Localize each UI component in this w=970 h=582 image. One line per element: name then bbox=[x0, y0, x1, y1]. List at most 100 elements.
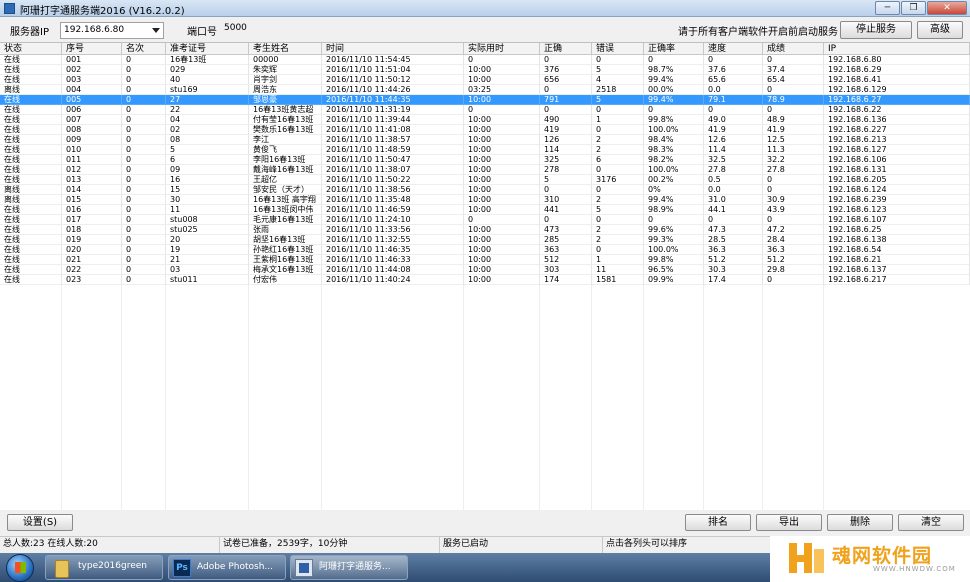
table-row[interactable]: 在线 007 0 04 付有莹16春13班 2016/11/10 11:39:44 10:0… bbox=[0, 115, 970, 125]
cell-time: 2016/11/10 11:33:56 bbox=[322, 225, 464, 235]
cell-score: 0 bbox=[763, 185, 824, 195]
cell-time: 2016/11/10 11:50:47 bbox=[322, 155, 464, 165]
photoshop-icon: Ps bbox=[173, 559, 191, 577]
cell-ip: 192.168.6.124 bbox=[824, 185, 970, 195]
rank-button[interactable]: 排名 bbox=[685, 514, 751, 531]
cell-seq: 013 bbox=[62, 175, 122, 185]
settings-button[interactable]: 设置(S) bbox=[7, 514, 73, 531]
column-header-time[interactable]: 时间 bbox=[322, 43, 464, 55]
cell-duration: 10:00 bbox=[464, 265, 540, 275]
cell-status: 离线 bbox=[0, 195, 62, 205]
column-header-name[interactable]: 考生姓名 bbox=[249, 43, 322, 55]
table-row[interactable]: 在线 009 0 08 李江 2016/11/10 11:38:57 10:00 126 2 98… bbox=[0, 135, 970, 145]
cell-seq: 018 bbox=[62, 225, 122, 235]
column-header-speed[interactable]: 速度 bbox=[704, 43, 763, 55]
table-row[interactable]: 在线 023 0 stu011 付宏伟 2016/11/10 11:40:24 10:00 1… bbox=[0, 275, 970, 285]
table-row[interactable]: 离线 015 0 30 16春13班 高宇翔 2016/11/10 11:35:48 10:… bbox=[0, 195, 970, 205]
cell-ip: 192.168.6.239 bbox=[824, 195, 970, 205]
cell-duration: 10:00 bbox=[464, 275, 540, 285]
cell-ip: 192.168.6.29 bbox=[824, 65, 970, 75]
cell-duration: 0 bbox=[464, 55, 540, 65]
cell-name: 樊数乐16春13班 bbox=[249, 125, 322, 135]
export-button[interactable]: 导出 bbox=[756, 514, 822, 531]
table-row[interactable]: 在线 022 0 03 梅承文16春13班 2016/11/10 11:44:08 10:0… bbox=[0, 265, 970, 275]
watermark: 魂网软件园 WWW.HNWDW.COM bbox=[770, 536, 970, 582]
table-row[interactable]: 在线 010 0 5 黄俊飞 2016/11/10 11:48:59 10:00 114 2 98… bbox=[0, 145, 970, 155]
table-row[interactable]: 在线 013 0 16 王超亿 2016/11/10 11:50:22 10:00 5 3176… bbox=[0, 175, 970, 185]
table-row[interactable]: 在线 002 0 029 朱奕辉 2016/11/10 11:51:04 10:00 376 5… bbox=[0, 65, 970, 75]
table-row[interactable]: 离线 014 0 15 邹安民（天才） 2016/11/10 11:38:56 10:00 0… bbox=[0, 185, 970, 195]
table-row[interactable]: 在线 019 0 20 胡坚16春13班 2016/11/10 11:32:55 10:00… bbox=[0, 235, 970, 245]
cell-correct: 285 bbox=[540, 235, 592, 245]
taskbar-label: Adobe Photosh... bbox=[197, 562, 273, 572]
cell-status: 在线 bbox=[0, 265, 62, 275]
cell-accuracy: 99.6% bbox=[644, 225, 704, 235]
column-header-rank[interactable]: 名次 bbox=[122, 43, 166, 55]
column-header-status[interactable]: 状态 bbox=[0, 43, 62, 55]
cell-name: 王紫桐16春13班 bbox=[249, 255, 322, 265]
close-button[interactable]: ✕ bbox=[927, 1, 967, 15]
taskbar-item-type2016green[interactable]: type2016green bbox=[50, 555, 162, 580]
table-row[interactable]: 在线 006 0 22 16春13班黄志超 2016/11/10 11:31:19 0 0 0 0… bbox=[0, 105, 970, 115]
cell-duration: 10:00 bbox=[464, 95, 540, 105]
table-row[interactable]: 在线 005 0 27 邹恩豪 2016/11/10 11:44:35 10:00 791 5 9… bbox=[0, 95, 970, 105]
cell-speed: 0.5 bbox=[704, 175, 763, 185]
cell-ip: 192.168.6.137 bbox=[824, 265, 970, 275]
table-row[interactable]: 在线 020 0 19 孙艳红16春13班 2016/11/10 11:46:35 10:0… bbox=[0, 245, 970, 255]
cell-speed: 0.0 bbox=[704, 85, 763, 95]
cell-rank: 0 bbox=[122, 265, 166, 275]
cell-seq: 011 bbox=[62, 155, 122, 165]
table-row[interactable]: 在线 001 0 16春13班 00000 2016/11/10 11:54:45 0 0 0 0… bbox=[0, 55, 970, 65]
cell-name: 00000 bbox=[249, 55, 322, 65]
start-button[interactable] bbox=[6, 554, 34, 582]
cell-correct: 512 bbox=[540, 255, 592, 265]
minimize-button[interactable]: ─ bbox=[875, 1, 900, 15]
table-row[interactable]: 在线 003 0 40 肖宇剑 2016/11/10 11:50:12 10:00 656 4 9… bbox=[0, 75, 970, 85]
column-header-score[interactable]: 成绩 bbox=[763, 43, 824, 55]
cell-time: 2016/11/10 11:50:12 bbox=[322, 75, 464, 85]
cell-ip: 192.168.6.131 bbox=[824, 165, 970, 175]
cell-name: 毛元康16春13班 bbox=[249, 215, 322, 225]
cell-rank: 0 bbox=[122, 155, 166, 165]
cell-accuracy: 0% bbox=[644, 185, 704, 195]
cell-score: 0 bbox=[763, 215, 824, 225]
column-header-ip[interactable]: IP bbox=[824, 43, 970, 55]
advanced-button[interactable]: 高级 bbox=[917, 21, 963, 39]
table-row[interactable]: 在线 021 0 21 王紫桐16春13班 2016/11/10 11:46:33 10:0… bbox=[0, 255, 970, 265]
restore-button[interactable]: ❐ bbox=[901, 1, 926, 15]
cell-time: 2016/11/10 11:38:56 bbox=[322, 185, 464, 195]
taskbar-item-photoshop[interactable]: Ps Adobe Photosh... bbox=[168, 555, 286, 580]
table-row[interactable]: 在线 018 0 stu025 张雨 2016/11/10 11:33:56 10:00 47… bbox=[0, 225, 970, 235]
cell-score: 36.3 bbox=[763, 245, 824, 255]
column-header-seq[interactable]: 序号 bbox=[62, 43, 122, 55]
table-row[interactable]: 在线 016 0 11 16春13班闵中伟 2016/11/10 11:46:59 10:0… bbox=[0, 205, 970, 215]
cell-ip: 192.168.6.106 bbox=[824, 155, 970, 165]
clear-button[interactable]: 清空 bbox=[898, 514, 964, 531]
cell-ip: 192.168.6.80 bbox=[824, 55, 970, 65]
cell-speed: 44.1 bbox=[704, 205, 763, 215]
table-row[interactable]: 在线 017 0 stu008 毛元康16春13班 2016/11/10 11:24:10… bbox=[0, 215, 970, 225]
column-header-correct[interactable]: 正确 bbox=[540, 43, 592, 55]
column-header-errors[interactable]: 错误 bbox=[592, 43, 644, 55]
delete-button[interactable]: 删除 bbox=[827, 514, 893, 531]
table-row[interactable]: 离线 004 0 stu169 周浩东 2016/11/10 11:44:26 03:25 0… bbox=[0, 85, 970, 95]
cell-speed: 37.6 bbox=[704, 65, 763, 75]
cell-seq: 016 bbox=[62, 205, 122, 215]
table-row[interactable]: 在线 012 0 09 戴海峰16春13班 2016/11/10 11:38:07 10:0… bbox=[0, 165, 970, 175]
cell-ticket: stu008 bbox=[166, 215, 249, 225]
cell-errors: 1 bbox=[592, 255, 644, 265]
column-header-duration[interactable]: 实际用时 bbox=[464, 43, 540, 55]
cell-ticket: 20 bbox=[166, 235, 249, 245]
cell-errors: 5 bbox=[592, 65, 644, 75]
column-header-accuracy[interactable]: 正确率 bbox=[644, 43, 704, 55]
table-row[interactable]: 在线 008 0 02 樊数乐16春13班 2016/11/10 11:41:08 10:0… bbox=[0, 125, 970, 135]
column-header-ticket[interactable]: 准考证号 bbox=[166, 43, 249, 55]
cell-status: 在线 bbox=[0, 125, 62, 135]
cell-correct: 0 bbox=[540, 55, 592, 65]
table-row[interactable]: 在线 011 0 6 李阳16春13班 2016/11/10 11:50:47 10:00 3… bbox=[0, 155, 970, 165]
cell-seq: 020 bbox=[62, 245, 122, 255]
taskbar-item-server-app[interactable]: 阿珊打字通服务... bbox=[290, 555, 408, 580]
cell-score: 43.9 bbox=[763, 205, 824, 215]
stop-service-button[interactable]: 停止服务 bbox=[840, 21, 912, 39]
server-ip-select[interactable]: 192.168.6.80 bbox=[60, 22, 164, 39]
